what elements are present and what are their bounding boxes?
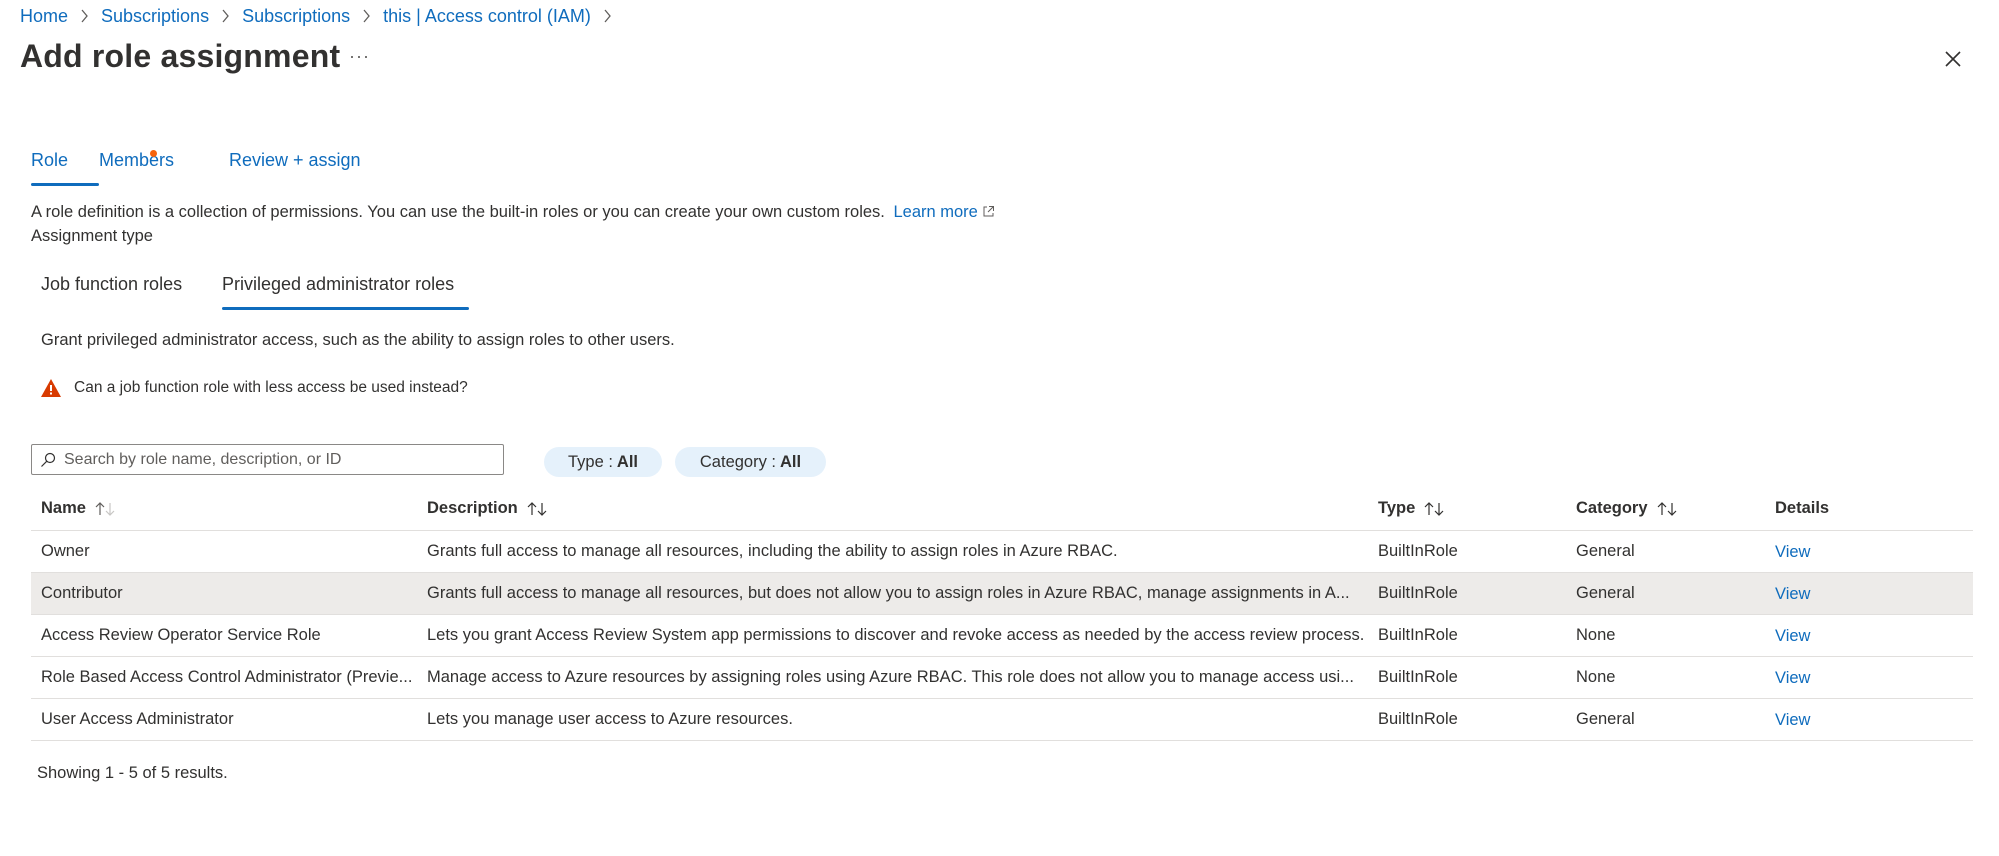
role-description-cell: Lets you grant Access Review System app … — [427, 626, 1365, 644]
column-header-description-label: Description — [427, 499, 518, 517]
role-description-text: A role definition is a collection of per… — [31, 203, 885, 221]
members-indicator-dot — [150, 150, 157, 157]
type-filter-label: Type : — [567, 452, 613, 471]
role-type: BuiltInRole — [1378, 584, 1458, 602]
tab-job-function-roles[interactable]: Job function roles — [41, 274, 222, 310]
chevron-right-icon — [221, 9, 230, 23]
role-type: BuiltInRole — [1378, 542, 1458, 560]
column-header-name[interactable]: Name — [41, 499, 116, 518]
chevron-right-icon — [362, 9, 371, 23]
role-category: None — [1576, 626, 1616, 644]
role-type: BuiltInRole — [1378, 626, 1458, 644]
role-description-cell: Grants full access to manage all resourc… — [427, 584, 1350, 602]
sort-icon — [1656, 501, 1678, 517]
role-description-cell: Lets you manage user access to Azure res… — [427, 710, 793, 728]
category-filter-pill[interactable]: Category : All — [675, 447, 826, 477]
chevron-right-icon — [80, 9, 89, 23]
tab-privileged-administrator-roles[interactable]: Privileged administrator roles — [222, 274, 469, 310]
role-name: Role Based Access Control Administrator … — [41, 668, 413, 686]
learn-more-label: Learn more — [893, 203, 978, 221]
sort-icon — [94, 501, 116, 517]
table-row[interactable]: Role Based Access Control Administrator … — [31, 657, 1973, 699]
warning-text: Can a job function role with less access… — [74, 379, 468, 396]
role-name: Access Review Operator Service Role — [41, 626, 321, 644]
role-category: General — [1576, 542, 1635, 560]
tab-review-assign[interactable]: Review + assign — [229, 150, 369, 186]
grant-description: Grant privileged administrator access, s… — [41, 331, 675, 349]
search-input[interactable] — [64, 450, 494, 469]
view-details-link[interactable]: View — [1775, 543, 1875, 562]
view-details-link[interactable]: View — [1775, 669, 1875, 688]
category-filter-label: Category : — [699, 452, 777, 471]
role-description-cell: Manage access to Azure resources by assi… — [427, 668, 1354, 686]
role-name: Owner — [41, 542, 90, 560]
table-row[interactable]: Access Review Operator Service Role Lets… — [31, 615, 1973, 657]
role-name: Contributor — [41, 584, 123, 602]
assignment-type-label: Assignment type — [31, 227, 153, 245]
wizard-tabs: Role Members Review + assign — [31, 150, 369, 186]
breadcrumb-home[interactable]: Home — [20, 6, 68, 27]
search-box — [31, 444, 504, 475]
type-filter-pill[interactable]: Type : All — [544, 447, 662, 477]
column-header-name-label: Name — [41, 499, 86, 517]
warning-message: Can a job function role with less access… — [40, 378, 468, 398]
tab-role[interactable]: Role — [31, 150, 99, 186]
type-filter-value: All — [616, 452, 639, 471]
role-description-cell: Grants full access to manage all resourc… — [427, 542, 1118, 560]
breadcrumb-iam[interactable]: this | Access control (IAM) — [383, 6, 591, 27]
chevron-right-icon — [603, 9, 612, 23]
role-name: User Access Administrator — [41, 710, 234, 728]
table-row[interactable]: Contributor Grants full access to manage… — [31, 573, 1973, 615]
column-header-category[interactable]: Category — [1576, 499, 1678, 518]
results-count: Showing 1 - 5 of 5 results. — [37, 764, 228, 782]
role-type: BuiltInRole — [1378, 668, 1458, 686]
role-category: General — [1576, 584, 1635, 602]
page-title: Add role assignment — [20, 38, 341, 74]
column-header-type-label: Type — [1378, 499, 1416, 517]
breadcrumb-subscriptions[interactable]: Subscriptions — [101, 6, 209, 27]
category-filter-value: All — [780, 452, 802, 471]
column-header-details: Details — [1775, 499, 1829, 518]
sort-icon — [526, 501, 548, 517]
warning-icon — [40, 378, 62, 398]
column-header-details-label: Details — [1775, 499, 1830, 517]
roles-table: Name Description Type Category Details O… — [31, 489, 1973, 741]
role-category: General — [1576, 710, 1635, 728]
role-category: None — [1576, 668, 1616, 686]
role-type-tabs: Job function roles Privileged administra… — [41, 274, 469, 310]
view-details-link[interactable]: View — [1775, 627, 1875, 646]
sort-icon — [1423, 501, 1445, 517]
more-options-button[interactable]: ··· — [349, 46, 370, 67]
external-link-icon — [982, 204, 995, 217]
column-header-category-label: Category — [1576, 499, 1648, 517]
table-header: Name Description Type Category Details — [31, 489, 1973, 531]
breadcrumb-subscriptions-2[interactable]: Subscriptions — [242, 6, 350, 27]
view-details-link[interactable]: View — [1775, 585, 1875, 604]
search-icon — [40, 452, 56, 468]
column-header-description[interactable]: Description — [427, 499, 548, 518]
view-details-link[interactable]: View — [1775, 711, 1875, 730]
learn-more-link[interactable]: Learn more — [893, 203, 994, 221]
role-type: BuiltInRole — [1378, 710, 1458, 728]
tab-members[interactable]: Members — [99, 150, 229, 186]
close-icon[interactable] — [1942, 48, 1964, 70]
column-header-type[interactable]: Type — [1378, 499, 1445, 518]
table-row[interactable]: Owner Grants full access to manage all r… — [31, 531, 1973, 573]
table-row[interactable]: User Access Administrator Lets you manag… — [31, 699, 1973, 741]
breadcrumb: Home Subscriptions Subscriptions this | … — [20, 4, 624, 28]
role-description: A role definition is a collection of per… — [31, 203, 995, 222]
